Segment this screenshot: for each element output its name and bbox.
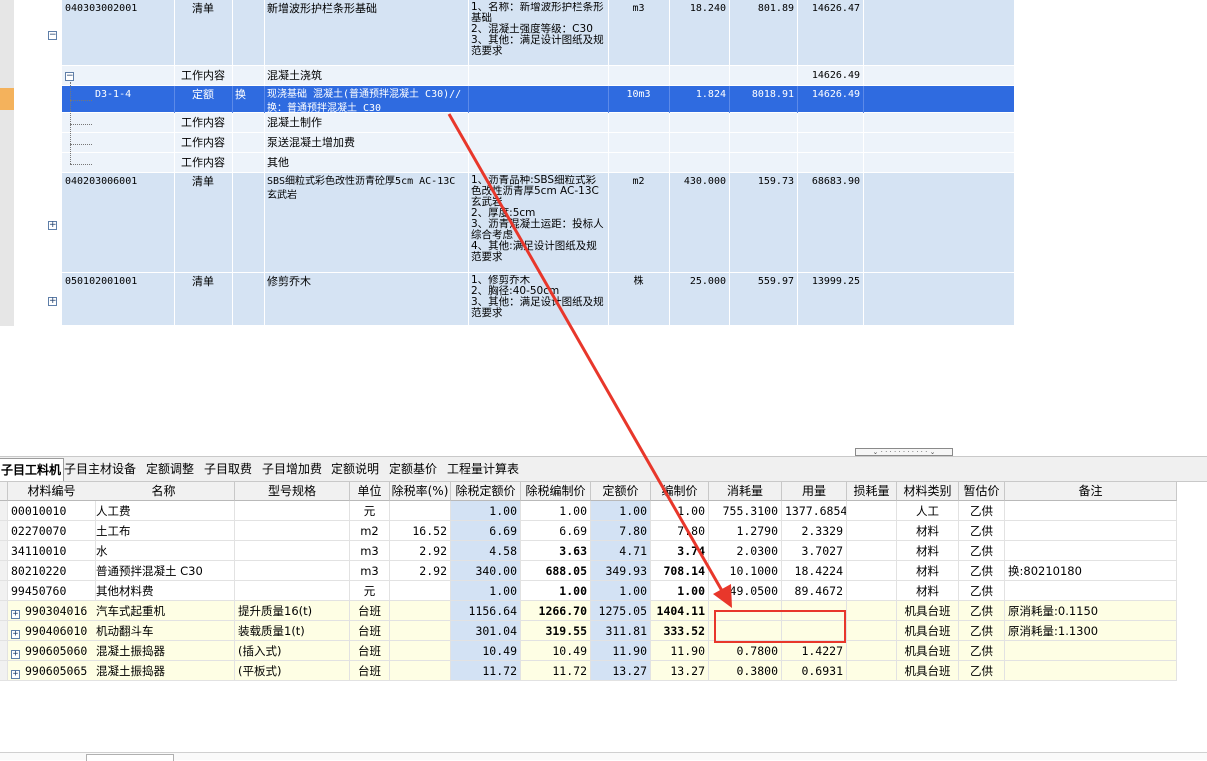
annotation-arrow-line — [447, 113, 727, 597]
annotation-arrow-head — [713, 584, 732, 608]
highlight-box — [714, 610, 846, 643]
annotation-overlay — [447, 113, 846, 643]
